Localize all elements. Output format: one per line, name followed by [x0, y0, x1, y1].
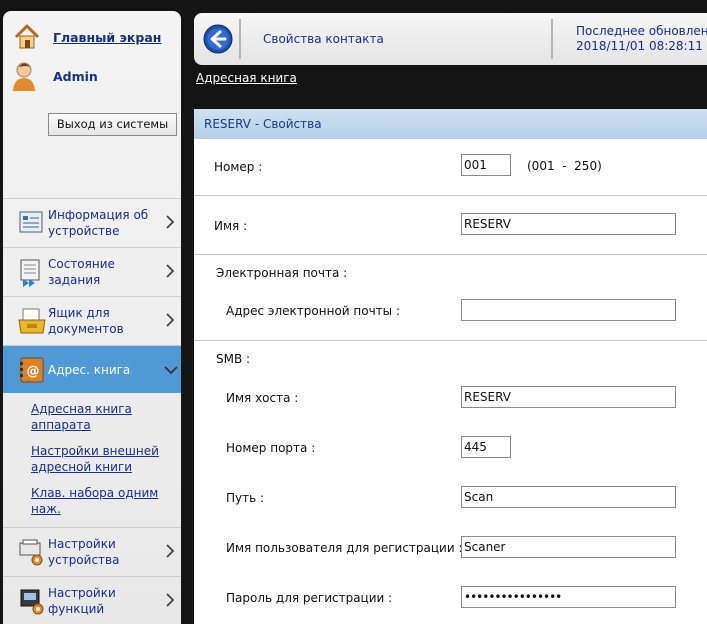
- chevron-right-icon: [166, 544, 175, 558]
- number-range: (001 - 250): [527, 159, 602, 173]
- chevron-right-icon: [166, 264, 175, 278]
- address-book-icon: @: [20, 357, 44, 382]
- home-link[interactable]: Главный экран: [13, 19, 161, 55]
- logout-button[interactable]: Выход из системы: [48, 113, 177, 136]
- home-label[interactable]: Главный экран: [53, 30, 161, 45]
- svg-text:@: @: [27, 364, 40, 379]
- host-label: Имя хоста :: [226, 391, 299, 405]
- nav-device-info-label[interactable]: Информация об устройстве: [48, 207, 160, 239]
- breadcrumb-address-book[interactable]: Адресная книга: [196, 71, 297, 85]
- last-update-label: Последнее обновление:: [576, 24, 707, 38]
- nav-job-status-label[interactable]: Состояние задания: [48, 256, 160, 288]
- nav-device-info[interactable]: Информация об устройстве: [3, 198, 181, 246]
- nav-function-settings-label[interactable]: Настройки функций: [48, 585, 160, 617]
- sub-link-one-touch-keys[interactable]: Клав. набора одним наж.: [31, 485, 171, 517]
- port-input[interactable]: [461, 436, 511, 458]
- user-name: Admin: [53, 68, 98, 84]
- user-info: Admin: [11, 59, 98, 93]
- header-divider: [239, 19, 241, 59]
- sub-link-external-address-book[interactable]: Настройки внешней адресной книги: [31, 443, 171, 475]
- contact-properties-panel: RESERV - Свойства Номер : (001 - 250) Им…: [194, 109, 707, 624]
- document-box-icon: [18, 308, 46, 333]
- login-user-input[interactable]: [461, 536, 676, 558]
- last-update-time: 2018/11/01 08:28:11: [576, 39, 703, 53]
- job-status-icon: [20, 259, 40, 287]
- last-update: Последнее обновление: 2018/11/01 08:28:1…: [576, 24, 707, 54]
- smb-section: SMB : Имя хоста : Номер порта : Путь : И…: [194, 342, 707, 624]
- login-user-label: Имя пользователя для регистрации :: [226, 541, 463, 555]
- port-label: Номер порта :: [226, 441, 316, 455]
- chevron-right-icon: [166, 593, 175, 607]
- name-label: Имя :: [214, 219, 248, 233]
- name-input[interactable]: [461, 213, 676, 235]
- nav-document-box-label[interactable]: Ящик для документов: [48, 305, 160, 337]
- email-section: Электронная почта : Адрес электронной по…: [194, 256, 707, 341]
- email-label: Адрес электронной почты :: [226, 304, 400, 318]
- chevron-right-icon: [166, 313, 175, 327]
- nav-document-box[interactable]: Ящик для документов: [3, 296, 181, 344]
- nav-address-book[interactable]: @ Адрес. книга: [3, 345, 181, 393]
- nav-function-settings[interactable]: Настройки функций: [3, 576, 181, 624]
- nav-device-settings-label[interactable]: Настройки устройства: [48, 536, 160, 568]
- panel-title: RESERV - Свойства: [194, 109, 707, 139]
- chevron-right-icon: [166, 215, 175, 229]
- sidebar: Главный экран Admin Выход из системы Инф…: [3, 11, 181, 624]
- email-section-label: Электронная почта :: [216, 266, 348, 280]
- host-input[interactable]: [461, 386, 676, 408]
- chevron-down-icon: [164, 366, 178, 375]
- nav-address-book-label[interactable]: Адрес. книга: [48, 362, 160, 378]
- login-password-label: Пароль для регистрации :: [226, 591, 393, 605]
- path-input[interactable]: [461, 486, 676, 508]
- nav-device-settings[interactable]: Настройки устройства: [3, 527, 181, 575]
- number-input[interactable]: [461, 154, 511, 176]
- device-info-icon: [19, 211, 43, 232]
- nav-job-status[interactable]: Состояние задания: [3, 247, 181, 295]
- path-label: Путь :: [226, 491, 265, 505]
- number-label: Номер :: [214, 160, 263, 174]
- smb-section-label: SMB :: [216, 352, 251, 366]
- home-icon: [14, 24, 40, 49]
- page-header: Свойства контакта Последнее обновление: …: [194, 13, 707, 65]
- page-title: Свойства контакта: [263, 32, 384, 46]
- sub-link-device-address-book[interactable]: Адресная книга аппарата: [31, 401, 171, 433]
- header-divider: [551, 19, 553, 59]
- function-settings-icon: [20, 589, 44, 614]
- device-settings-icon: [19, 539, 43, 565]
- number-row: Номер : (001 - 250): [194, 139, 707, 196]
- email-input[interactable]: [461, 299, 676, 321]
- name-row: Имя :: [194, 197, 707, 255]
- login-password-input[interactable]: [461, 586, 676, 608]
- back-arrow-icon[interactable]: [203, 24, 233, 54]
- user-icon: [13, 62, 35, 91]
